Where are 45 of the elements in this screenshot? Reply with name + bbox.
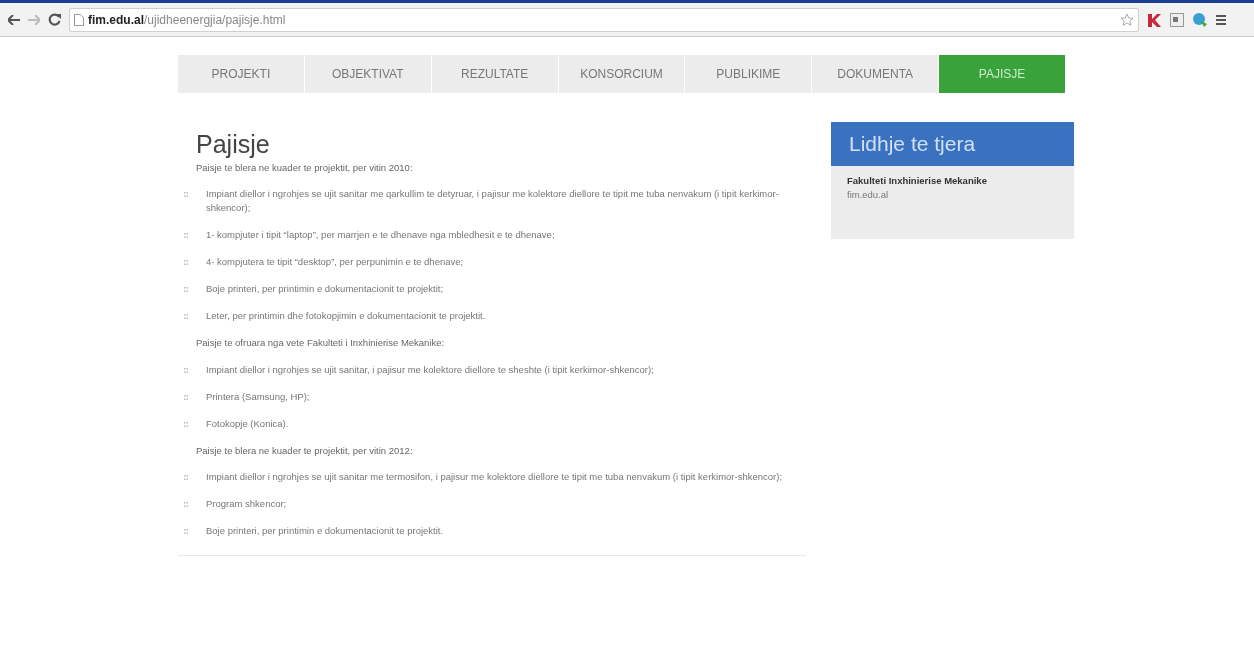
list-item: Impiant diellor i ngrohjes se ujit sanitar, i pajisur me kolektore diellore te sheshte (i tipit kerkimor-shkencor); xyxy=(205,362,654,377)
bullet-icon xyxy=(184,474,188,480)
list-item: Leter, per printimin dhe fotokopjimin e dokumentacionit te projektit. xyxy=(205,309,486,324)
link-url: fim.edu.al xyxy=(847,187,890,202)
list-item: 4- kompjutera te tipit “desktop”, per perpunimin e te dhenave; xyxy=(205,255,464,270)
list-item: 1- kompjuter i tipit “laptop”, per marrjen e te dhenave nga mbledhesit e te dhenave; xyxy=(205,228,555,243)
list-item: Impiant diellor i ngrohjes se ujit sanitar me qarkullim te detyruar, i pajisur me kolektore diellore te tipit me tuba nenvakum (i tipit kerkimor-shkencor); xyxy=(205,187,780,216)
page-icon xyxy=(74,13,84,26)
star-icon[interactable] xyxy=(1120,12,1134,27)
page-heading: Pajisje xyxy=(196,129,271,159)
bullet-icon xyxy=(184,314,188,320)
reload-icon[interactable] xyxy=(48,13,61,26)
list-item: Impiant diellor i ngrohjes se ujit sanitar me termosifon, i pajisur me kolektore diellore te tipit me tuba nenvakum (i tipit kerkimor-shkencor); xyxy=(205,469,783,484)
link-title[interactable]: Fakulteti Inxhinierise Mekanike xyxy=(847,173,1058,188)
extension-icon[interactable] xyxy=(1192,11,1208,28)
list-item: Boje printeri, per printimin e dokumentacionit te projektit. xyxy=(205,523,444,538)
address-bar[interactable]: fim.edu.al/ujidheenergjia/pajisje.html xyxy=(69,7,1139,32)
nav-tab[interactable]: OBJEKTIVAT xyxy=(304,55,432,93)
paragraph: Paisje te ofruara nga vete Fakulteti i Inxhinierise Mekanike: xyxy=(196,336,446,351)
menu-icon[interactable] xyxy=(1216,13,1226,26)
nav-tab[interactable]: REZULTATE xyxy=(431,55,559,93)
bullet-icon xyxy=(184,233,188,239)
bullet-icon xyxy=(184,260,188,266)
bullet-icon xyxy=(184,394,188,400)
nav-tab[interactable]: PAJISJE xyxy=(939,55,1066,93)
extension-icon[interactable] xyxy=(1170,12,1184,27)
bullet-icon xyxy=(184,192,188,198)
paragraph: Paisje te blera ne kuader te projektit, per vitin 2012: xyxy=(196,443,414,458)
extension-icon[interactable] xyxy=(1147,12,1162,27)
nav-tab[interactable]: KONSORCIUM xyxy=(558,55,686,93)
list-item: Program shkencor; xyxy=(205,496,287,511)
list-item: Fotokopje (Konica). xyxy=(205,416,289,431)
bullet-icon xyxy=(184,501,188,507)
list-item: Boje printeri, per printimin e dokumentacionit te projektit; xyxy=(205,282,444,297)
bullet-icon xyxy=(184,528,188,534)
back-icon[interactable] xyxy=(8,14,20,25)
list-item: Printera (Samsung, HP); xyxy=(205,389,310,404)
bullet-icon xyxy=(184,421,188,427)
bullet-icon xyxy=(184,287,188,293)
paragraph: Paisje te blera ne kuader te projektit, per vitin 2010: xyxy=(196,161,414,175)
nav-tab[interactable]: PUBLIKIME xyxy=(685,55,813,93)
nav-tab[interactable]: DOKUMENTA xyxy=(812,55,940,93)
panel-title: Lidhje te tjera xyxy=(831,122,1074,166)
nav-tab[interactable]: PROJEKTI xyxy=(178,55,305,93)
bullet-icon xyxy=(184,367,188,373)
